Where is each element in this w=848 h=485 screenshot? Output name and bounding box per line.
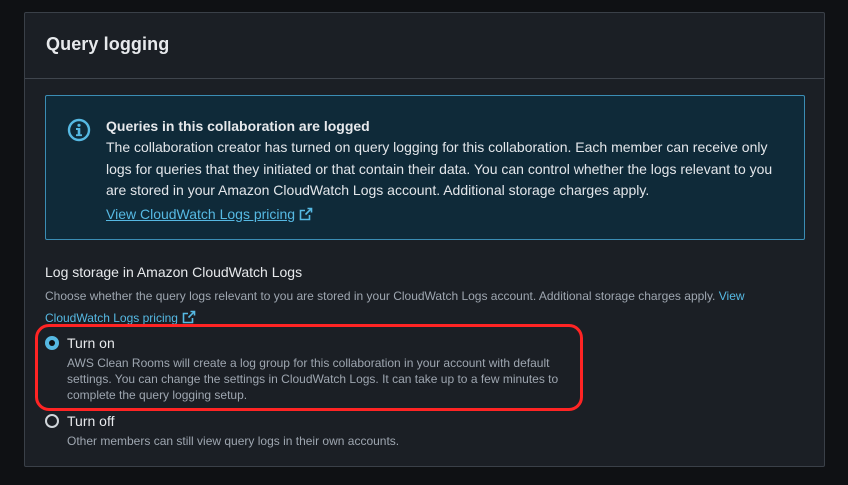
log-storage-description: Choose whether the query logs relevant t… [45,285,785,329]
info-icon [67,118,91,142]
radio-turn-off-label[interactable]: Turn off [67,413,114,429]
radio-turn-on[interactable] [45,336,59,350]
log-storage-pricing-link-part2[interactable]: CloudWatch Logs pricing [45,311,178,325]
panel-title: Query logging [46,34,170,54]
log-storage-description-text: Choose whether the query logs relevant t… [45,289,716,303]
radio-turn-off-description: Other members can still view query logs … [67,434,400,448]
log-storage-label: Log storage in Amazon CloudWatch Logs [45,264,303,280]
log-storage-pricing-link-part1[interactable]: View [719,289,745,303]
radio-turn-on-label[interactable]: Turn on [67,335,115,351]
query-logging-panel: Query logging Queries in this collaborat… [24,12,825,467]
log-storage-field: Log storage in Amazon CloudWatch Logs Ch… [45,263,785,329]
external-link-icon[interactable] [299,207,313,221]
info-alert: Queries in this collaboration are logged… [45,95,805,240]
external-link-icon[interactable] [182,310,196,324]
info-title: Queries in this collaboration are logged [106,118,370,134]
panel-header: Query logging [25,13,824,79]
info-body: The collaboration creator has turned on … [106,139,773,198]
info-link-line: View CloudWatch Logs pricing [106,203,786,225]
info-content: Queries in this collaboration are logged… [106,115,786,225]
radio-turn-on-description: AWS Clean Rooms will create a log group … [67,356,559,402]
radio-turn-off[interactable] [45,414,59,428]
cloudwatch-pricing-link[interactable]: View CloudWatch Logs pricing [106,206,295,222]
